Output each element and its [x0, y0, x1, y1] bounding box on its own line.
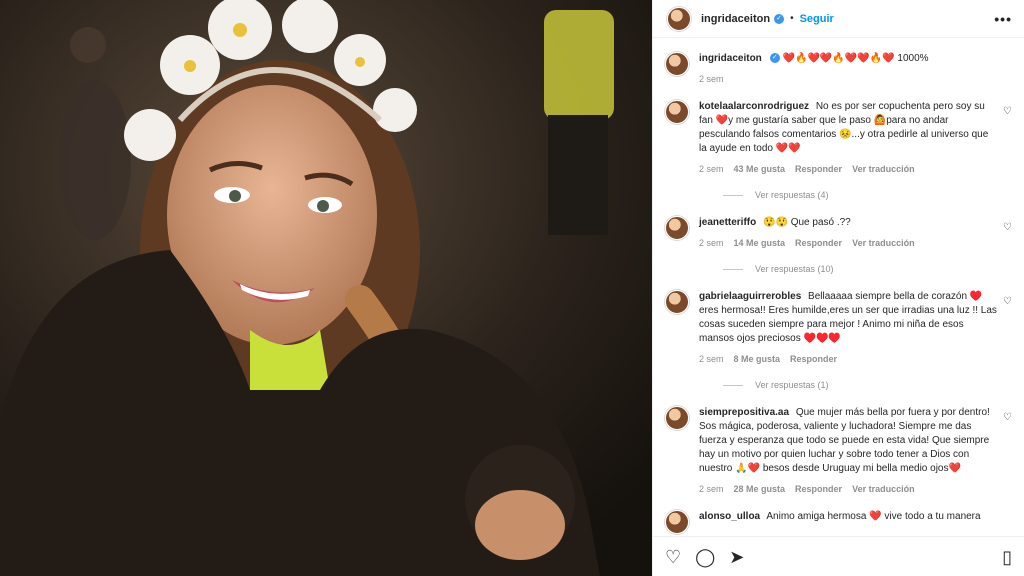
more-options-icon[interactable]: ••• — [994, 11, 1012, 27]
translate-button[interactable]: Ver traducción — [852, 236, 915, 250]
instagram-post-window: ingridaceiton ✓ • Seguir ••• ingridaceit… — [0, 0, 1024, 576]
post-header: ingridaceiton ✓ • Seguir ••• — [653, 0, 1024, 38]
reply-button[interactable]: Responder — [795, 236, 842, 250]
view-replies-label: Ver respuestas (1) — [755, 380, 829, 390]
reply-button[interactable]: Responder — [795, 162, 842, 176]
comment-item: jeanetteriffo 😲😲 Que pasó .?? 2 sem 14 M… — [665, 216, 1012, 276]
comment-avatar[interactable] — [665, 510, 689, 534]
comments-list[interactable]: ingridaceiton ✓ ❤️🔥❤️❤️🔥❤️❤️🔥❤️ 1000% 2 s… — [653, 38, 1024, 536]
caption-time: 2 sem — [699, 74, 724, 84]
comment-time: 2 sem — [699, 238, 724, 248]
comment-like-heart-icon[interactable]: ♡ — [1003, 296, 1012, 307]
verified-badge-icon: ✓ — [769, 53, 780, 64]
comment-avatar[interactable] — [665, 216, 689, 240]
comment-text: 😲😲 Que pasó .?? — [763, 217, 851, 228]
comment-username[interactable]: kotelaalarconrodriguez — [699, 101, 809, 112]
comment-text: Animo amiga hermosa ❤️ vive todo a tu ma… — [766, 511, 981, 522]
comment-like-heart-icon[interactable]: ♡ — [1003, 222, 1012, 233]
comment-likes[interactable]: 28 Me gusta — [734, 482, 786, 496]
comment-avatar[interactable] — [665, 290, 689, 314]
heart-icon[interactable]: ♡ — [665, 548, 681, 566]
post-actions-bar: ♡ ◯ ➤ ▯ — [653, 536, 1024, 576]
selfie-photo-illustration — [0, 0, 652, 576]
post-photo[interactable] — [0, 0, 652, 576]
comment-username[interactable]: siemprepositiva.aa — [699, 407, 789, 418]
comment-item: kotelaalarconrodriguez No es por ser cop… — [665, 100, 1012, 202]
comment-username[interactable]: jeanetteriffo — [699, 217, 756, 228]
caption: ingridaceiton ✓ ❤️🔥❤️❤️🔥❤️❤️🔥❤️ 1000% 2 s… — [665, 52, 1012, 86]
view-replies-label: Ver respuestas (4) — [755, 190, 829, 200]
replies-line — [723, 194, 743, 196]
post-side-panel: ingridaceiton ✓ • Seguir ••• ingridaceit… — [652, 0, 1024, 576]
view-replies-button[interactable]: Ver respuestas (1) — [723, 378, 998, 392]
author-username[interactable]: ingridaceiton — [701, 13, 770, 25]
comment-time: 2 sem — [699, 484, 724, 494]
share-icon[interactable]: ➤ — [729, 548, 744, 566]
comment-time: 2 sem — [699, 354, 724, 364]
comment-item: siemprepositiva.aa Que mujer más bella p… — [665, 406, 1012, 496]
comment-item: gabrielaaguirrerobles Bellaaaaa siempre … — [665, 290, 1012, 392]
caption-avatar[interactable] — [665, 52, 689, 76]
comment-time: 2 sem — [699, 164, 724, 174]
comment-item: alonso_ulloa Animo amiga hermosa ❤️ vive… — [665, 510, 1012, 534]
translate-button[interactable]: Ver traducción — [852, 162, 915, 176]
author-avatar[interactable] — [667, 6, 691, 31]
view-replies-label: Ver respuestas (10) — [755, 264, 834, 274]
view-replies-button[interactable]: Ver respuestas (10) — [723, 262, 998, 276]
comment-like-heart-icon[interactable]: ♡ — [1003, 106, 1012, 117]
reply-button[interactable]: Responder — [795, 482, 842, 496]
bookmark-icon[interactable]: ▯ — [1002, 548, 1012, 566]
comment-likes[interactable]: 14 Me gusta — [734, 236, 786, 250]
replies-line — [723, 384, 743, 386]
comment-username[interactable]: gabrielaaguirrerobles — [699, 291, 801, 302]
replies-line — [723, 268, 743, 270]
comment-icon[interactable]: ◯ — [695, 548, 715, 566]
comment-avatar[interactable] — [665, 100, 689, 124]
comment-likes[interactable]: 8 Me gusta — [734, 352, 781, 366]
translate-button[interactable]: Ver traducción — [852, 482, 915, 496]
verified-badge-icon: ✓ — [774, 13, 785, 24]
reply-button[interactable]: Responder — [790, 352, 837, 366]
comment-like-heart-icon[interactable]: ♡ — [1003, 412, 1012, 423]
caption-text: ❤️🔥❤️❤️🔥❤️❤️🔥❤️ 1000% — [782, 53, 929, 64]
follow-button[interactable]: Seguir — [800, 13, 834, 25]
comment-likes[interactable]: 43 Me gusta — [734, 162, 786, 176]
view-replies-button[interactable]: Ver respuestas (4) — [723, 188, 998, 202]
comment-username[interactable]: alonso_ulloa — [699, 511, 760, 522]
comment-avatar[interactable] — [665, 406, 689, 430]
caption-username[interactable]: ingridaceiton — [699, 53, 762, 64]
separator-dot: • — [790, 13, 794, 24]
